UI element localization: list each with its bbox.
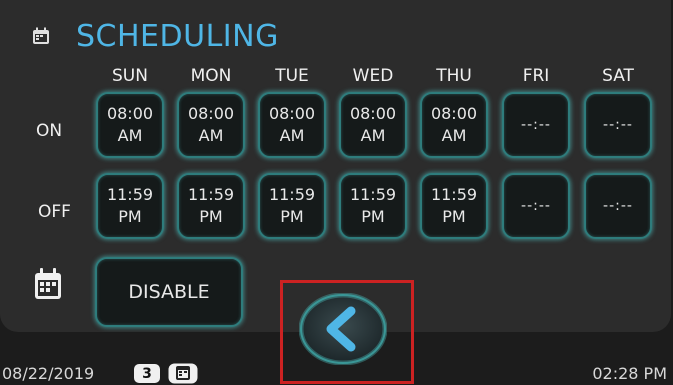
time-cell-off-tue[interactable]: 11:59 PM — [258, 173, 326, 239]
time-value: 11:59 — [349, 185, 397, 204]
time-cell-off-fri[interactable]: --:-- — [502, 173, 570, 239]
status-badge: 3 — [134, 364, 160, 383]
time-cell-off-sun[interactable]: 11:59 PM — [96, 173, 164, 239]
day-header: THU — [436, 66, 472, 86]
time-value: 08:00 — [349, 104, 397, 123]
highlight-box — [280, 280, 414, 384]
time-value: 11:59 — [187, 185, 235, 204]
day-header: FRI — [522, 66, 550, 86]
time-period: PM — [199, 207, 223, 226]
time-value: 11:59 — [106, 185, 154, 204]
time-value: --:-- — [603, 117, 633, 133]
time-cell-on-mon[interactable]: 08:00 AM — [177, 92, 245, 158]
row-label-off: OFF — [38, 202, 71, 222]
time-period: AM — [441, 126, 467, 145]
time-period: PM — [118, 207, 142, 226]
calendar-icon — [168, 363, 198, 384]
disable-button[interactable]: DISABLE — [95, 257, 243, 327]
row-label-on: ON — [36, 121, 63, 141]
time-period: PM — [361, 207, 385, 226]
time-value: --:-- — [521, 117, 551, 133]
status-time: 02:28 PM — [592, 364, 667, 383]
time-period: AM — [198, 126, 224, 145]
time-cell-off-mon[interactable]: 11:59 PM — [177, 173, 245, 239]
day-header: MON — [190, 66, 232, 86]
time-value: 08:00 — [268, 104, 316, 123]
time-value: 08:00 — [106, 104, 154, 123]
day-header: SAT — [602, 66, 634, 86]
time-period: AM — [279, 126, 305, 145]
time-cell-on-thu[interactable]: 08:00 AM — [420, 92, 488, 158]
day-header: SUN — [112, 66, 148, 86]
time-cell-on-fri[interactable]: --:-- — [502, 92, 570, 158]
time-value: 08:00 — [187, 104, 235, 123]
time-period: PM — [442, 207, 466, 226]
status-date: 08/22/2019 — [2, 364, 95, 383]
time-value: 11:59 — [268, 185, 316, 204]
page-title: SCHEDULING — [76, 19, 279, 54]
time-value: 08:00 — [430, 104, 478, 123]
time-value: --:-- — [603, 198, 633, 214]
time-cell-on-tue[interactable]: 08:00 AM — [258, 92, 326, 158]
day-header: WED — [352, 66, 394, 86]
day-header: TUE — [275, 66, 309, 86]
time-period: AM — [360, 126, 386, 145]
time-value: --:-- — [521, 198, 551, 214]
time-cell-off-sat[interactable]: --:-- — [584, 173, 652, 239]
time-cell-on-wed[interactable]: 08:00 AM — [339, 92, 407, 158]
time-cell-on-sat[interactable]: --:-- — [584, 92, 652, 158]
calendar-icon — [33, 27, 49, 44]
time-value: 11:59 — [430, 185, 478, 204]
time-period: PM — [280, 207, 304, 226]
time-cell-off-wed[interactable]: 11:59 PM — [339, 173, 407, 239]
time-cell-on-sun[interactable]: 08:00 AM — [96, 92, 164, 158]
time-cell-off-thu[interactable]: 11:59 PM — [420, 173, 488, 239]
time-period: AM — [117, 126, 143, 145]
calendar-icon — [35, 268, 61, 299]
